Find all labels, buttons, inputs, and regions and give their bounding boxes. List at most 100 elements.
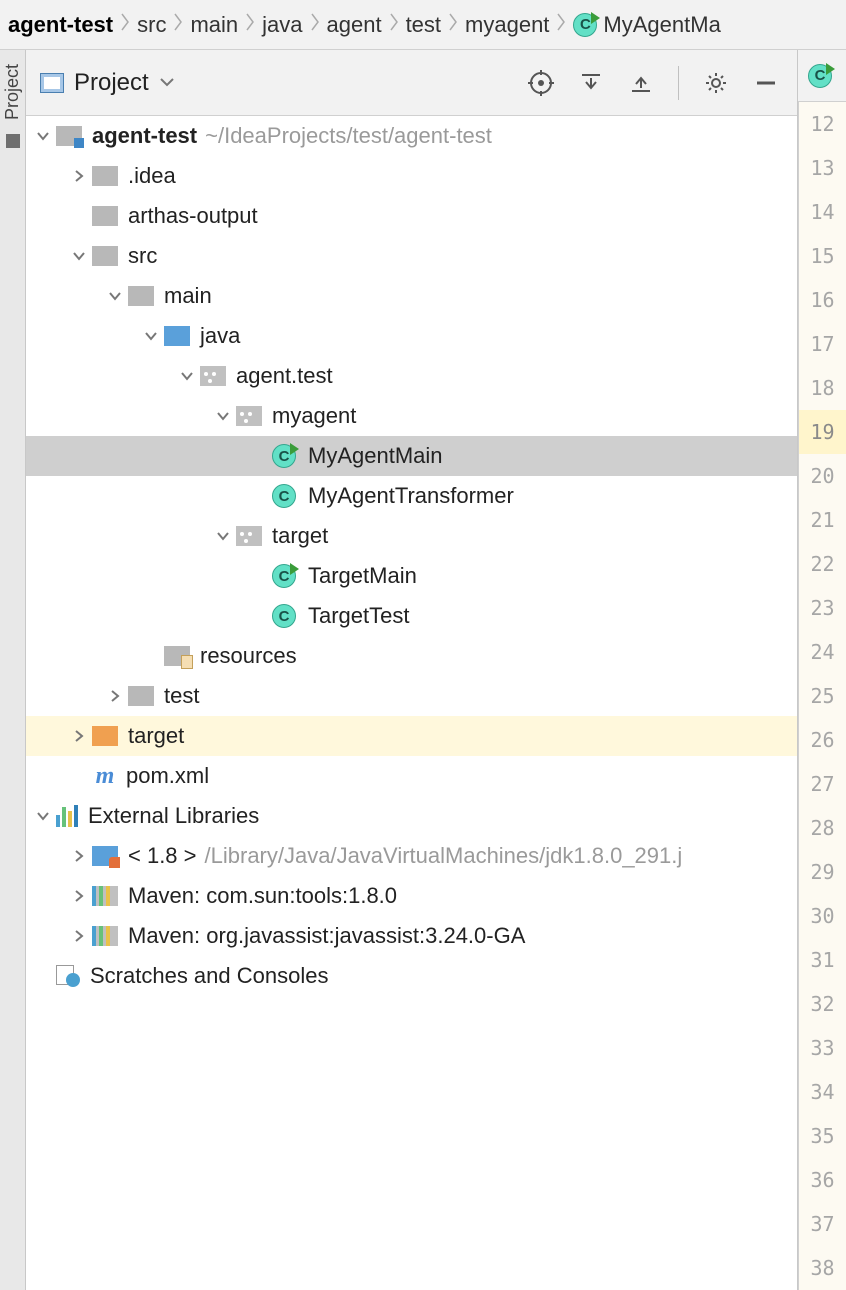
package-icon [236, 406, 262, 426]
line-number[interactable]: 37 [799, 1202, 846, 1246]
tree-node-resources[interactable]: resources [26, 636, 797, 676]
chevron-down-icon[interactable] [214, 409, 232, 423]
line-number[interactable]: 19 [799, 410, 846, 454]
tree-node-myagentmain[interactable]: C MyAgentMain [26, 436, 797, 476]
line-number[interactable]: 35 [799, 1114, 846, 1158]
project-tree[interactable]: agent-test ~/IdeaProjects/test/agent-tes… [26, 116, 797, 1290]
tree-node-pkg-target[interactable]: target [26, 516, 797, 556]
line-number[interactable]: 24 [799, 630, 846, 674]
hide-button[interactable] [753, 70, 779, 96]
java-class-icon: C [272, 604, 296, 628]
package-icon [236, 526, 262, 546]
folder-icon [92, 206, 118, 226]
chevron-down-icon[interactable] [34, 129, 52, 143]
tree-node-scratches[interactable]: Scratches and Consoles [26, 956, 797, 996]
line-number[interactable]: 33 [799, 1026, 846, 1070]
chevron-down-icon[interactable] [34, 809, 52, 823]
line-number[interactable]: 32 [799, 982, 846, 1026]
breadcrumb-item-agent[interactable]: agent [327, 12, 382, 38]
tree-node-arthas-output[interactable]: arthas-output [26, 196, 797, 236]
tree-node-pkg-agent-test[interactable]: agent.test [26, 356, 797, 396]
breadcrumb-item-main[interactable]: main [190, 12, 238, 38]
chevron-down-icon[interactable] [214, 529, 232, 543]
breadcrumb-separator-icon [389, 12, 399, 38]
tree-node-targettest[interactable]: C TargetTest [26, 596, 797, 636]
settings-button[interactable] [703, 70, 729, 96]
line-number[interactable]: 12 [799, 102, 846, 146]
breadcrumb-item-src[interactable]: src [137, 12, 166, 38]
tree-node-maven-javassist[interactable]: Maven: org.javassist:javassist:3.24.0-GA [26, 916, 797, 956]
line-number[interactable]: 38 [799, 1246, 846, 1290]
breadcrumb-item-myagent[interactable]: myagent [465, 12, 549, 38]
excluded-folder-icon [92, 726, 118, 746]
java-class-icon: C [573, 13, 597, 37]
expand-all-button[interactable] [578, 70, 604, 96]
line-number[interactable]: 31 [799, 938, 846, 982]
tree-node-targetmain[interactable]: C TargetMain [26, 556, 797, 596]
line-number[interactable]: 21 [799, 498, 846, 542]
line-number[interactable]: 29 [799, 850, 846, 894]
line-number-gutter[interactable]: 1213141516171819202122232425262728293031… [798, 102, 846, 1290]
chevron-right-icon[interactable] [70, 929, 88, 943]
line-number[interactable]: 27 [799, 762, 846, 806]
tree-node-pom[interactable]: m pom.xml [26, 756, 797, 796]
chevron-right-icon[interactable] [70, 169, 88, 183]
bookmarks-tool-tab[interactable] [6, 134, 20, 148]
line-number[interactable]: 26 [799, 718, 846, 762]
tree-label: Maven: com.sun:tools:1.8.0 [128, 883, 397, 909]
java-class-runnable-icon: C [272, 444, 296, 468]
line-number[interactable]: 36 [799, 1158, 846, 1202]
java-class-icon[interactable]: C [808, 64, 832, 88]
tree-node-jdk[interactable]: < 1.8 > /Library/Java/JavaVirtualMachine… [26, 836, 797, 876]
tree-node-idea[interactable]: .idea [26, 156, 797, 196]
line-number[interactable]: 15 [799, 234, 846, 278]
breadcrumb-item-file[interactable]: C MyAgentMa [573, 12, 720, 38]
line-number[interactable]: 14 [799, 190, 846, 234]
line-number[interactable]: 34 [799, 1070, 846, 1114]
project-tool-tab[interactable]: Project [0, 58, 25, 126]
editor-area: C 12131415161718192021222324252627282930… [798, 50, 846, 1290]
line-number[interactable]: 20 [799, 454, 846, 498]
breadcrumb-item-root[interactable]: agent-test [8, 12, 113, 38]
breadcrumb-item-java[interactable]: java [262, 12, 302, 38]
chevron-down-icon[interactable] [70, 249, 88, 263]
line-number[interactable]: 16 [799, 278, 846, 322]
line-number[interactable]: 30 [799, 894, 846, 938]
tree-node-myagenttransformer[interactable]: C MyAgentTransformer [26, 476, 797, 516]
project-panel-title[interactable]: Project [74, 69, 149, 97]
java-class-runnable-icon: C [272, 564, 296, 588]
line-number[interactable]: 13 [799, 146, 846, 190]
tree-node-test[interactable]: test [26, 676, 797, 716]
tree-node-target-dir[interactable]: target [26, 716, 797, 756]
line-number[interactable]: 23 [799, 586, 846, 630]
tree-node-main[interactable]: main [26, 276, 797, 316]
tree-node-src[interactable]: src [26, 236, 797, 276]
tree-label: main [164, 283, 212, 309]
tree-label: MyAgentMain [308, 443, 443, 469]
tree-node-project-root[interactable]: agent-test ~/IdeaProjects/test/agent-tes… [26, 116, 797, 156]
tree-node-pkg-myagent[interactable]: myagent [26, 396, 797, 436]
tree-node-maven-tools[interactable]: Maven: com.sun:tools:1.8.0 [26, 876, 797, 916]
line-number[interactable]: 25 [799, 674, 846, 718]
folder-icon [92, 166, 118, 186]
tree-node-java[interactable]: java [26, 316, 797, 356]
library-icon [92, 926, 118, 946]
chevron-right-icon[interactable] [106, 689, 124, 703]
tree-label: Maven: org.javassist:javassist:3.24.0-GA [128, 923, 525, 949]
chevron-down-icon[interactable] [159, 71, 175, 94]
select-opened-file-button[interactable] [528, 70, 554, 96]
chevron-right-icon[interactable] [70, 889, 88, 903]
chevron-down-icon[interactable] [142, 329, 160, 343]
chevron-right-icon[interactable] [70, 849, 88, 863]
tree-label: target [128, 723, 184, 749]
line-number[interactable]: 22 [799, 542, 846, 586]
line-number[interactable]: 28 [799, 806, 846, 850]
chevron-down-icon[interactable] [178, 369, 196, 383]
chevron-right-icon[interactable] [70, 729, 88, 743]
chevron-down-icon[interactable] [106, 289, 124, 303]
breadcrumb-item-test[interactable]: test [406, 12, 441, 38]
tree-node-external-libraries[interactable]: External Libraries [26, 796, 797, 836]
line-number[interactable]: 18 [799, 366, 846, 410]
line-number[interactable]: 17 [799, 322, 846, 366]
collapse-all-button[interactable] [628, 70, 654, 96]
